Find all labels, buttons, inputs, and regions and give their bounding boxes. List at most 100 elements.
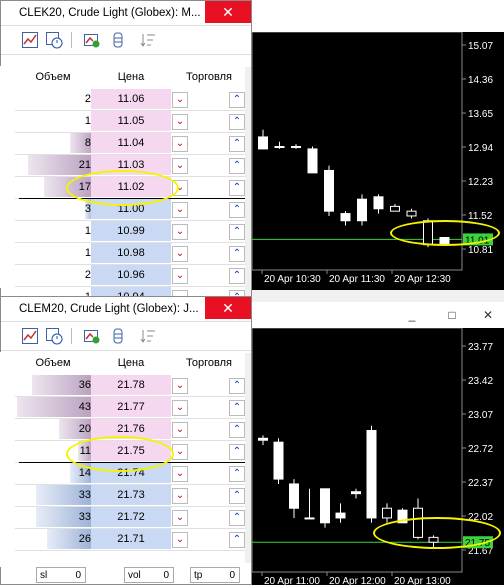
price-cell[interactable]: 11.05 [91, 111, 171, 131]
sort-icon[interactable] [139, 31, 157, 49]
chart1-window[interactable]: 15.07 14.36 13.65 12.94 12.23 11.52 10.81 20 Ap… [252, 32, 504, 290]
price-cell[interactable]: 21.78 [91, 375, 171, 395]
sell-chevron-icon[interactable]: ⌄ [172, 158, 188, 174]
buy-chevron-icon[interactable]: ⌃ [229, 114, 245, 130]
order-icon[interactable] [83, 327, 101, 345]
buy-chevron-icon[interactable]: ⌃ [229, 202, 245, 218]
close-icon[interactable]: ✕ [478, 306, 498, 324]
lock-icon[interactable] [109, 327, 127, 345]
buy-chevron-icon[interactable]: ⌃ [229, 532, 245, 548]
sell-chevron-icon[interactable]: ⌄ [172, 466, 188, 482]
price-cell[interactable]: 21.73 [91, 485, 171, 505]
dom-row: 26 21.71 ⌄ ⌃ [15, 529, 245, 551]
y-tick-label: 11.52 [468, 211, 493, 222]
chart1-highlight-ellipse [390, 220, 500, 246]
buy-chevron-icon[interactable]: ⌃ [229, 92, 245, 108]
clock-icon[interactable] [45, 327, 63, 345]
dom-panel-title-bar: CLEM20, Crude Light (Globex): J... ✕ [1, 297, 251, 321]
candle-body [258, 437, 268, 441]
volume-value: 0 [163, 570, 169, 581]
price-cell[interactable]: 21.77 [91, 397, 171, 417]
x-tick-label: 20 Apr 12:30 [394, 274, 451, 285]
sell-chevron-icon[interactable]: ⌄ [172, 224, 188, 240]
dom-scrollbar[interactable] [245, 67, 251, 297]
candle-body [289, 483, 299, 509]
sell-chevron-icon[interactable]: ⌄ [172, 246, 188, 262]
panel2-left-edge [0, 352, 14, 567]
price-cell[interactable]: 11.04 [91, 133, 171, 153]
dom-header: Объем Цена Торговля [15, 353, 245, 375]
sell-chevron-icon[interactable]: ⌄ [172, 92, 188, 108]
sell-chevron-icon[interactable]: ⌄ [172, 488, 188, 504]
close-icon[interactable]: ✕ [205, 297, 251, 319]
chart-icon[interactable] [21, 31, 39, 49]
toolbar-separator [71, 32, 72, 48]
candle-body [291, 146, 301, 149]
maximize-icon[interactable]: □ [442, 306, 462, 324]
column-header-trade: Торговля [186, 357, 232, 369]
stop-loss-label: sl [40, 570, 48, 581]
x-tick-label: 20 Apr 10:30 [264, 274, 321, 285]
volume-field[interactable]: vol 0 [124, 567, 174, 583]
sell-chevron-icon[interactable]: ⌄ [172, 400, 188, 416]
y-tick-label: 14.36 [468, 75, 493, 86]
volume-value: 33 [78, 489, 91, 501]
buy-chevron-icon[interactable]: ⌃ [229, 510, 245, 526]
price-cell[interactable]: 11.06 [91, 89, 171, 109]
dom-scrollbar[interactable] [245, 353, 251, 563]
panel1-left-edge [0, 66, 14, 288]
candle-body [304, 517, 315, 520]
buy-chevron-icon[interactable]: ⌃ [229, 246, 245, 262]
chart1-canvas[interactable]: 15.07 14.36 13.65 12.94 12.23 11.52 10.81 20 Ap… [252, 32, 504, 290]
panel2-highlight-ellipse [66, 436, 174, 472]
buy-chevron-icon[interactable]: ⌃ [229, 444, 245, 460]
clock-icon[interactable] [45, 31, 63, 49]
dom-panel-title-bar: CLEK20, Crude Light (Globex): M... ✕ [1, 1, 251, 25]
price-cell[interactable]: 10.96 [91, 265, 171, 285]
buy-chevron-icon[interactable]: ⌃ [229, 224, 245, 240]
chart2-caption: _ □ ✕ [252, 302, 504, 328]
close-icon[interactable]: ✕ [205, 1, 251, 23]
dom-row: 2 11.06 ⌄ ⌃ [15, 89, 245, 111]
buy-chevron-icon[interactable]: ⌃ [229, 180, 245, 196]
sell-chevron-icon[interactable]: ⌄ [172, 422, 188, 438]
buy-chevron-icon[interactable]: ⌃ [229, 466, 245, 482]
sell-chevron-icon[interactable]: ⌄ [172, 136, 188, 152]
column-header-trade: Торговля [186, 71, 232, 83]
lock-icon[interactable] [109, 31, 127, 49]
volume-cell: 1 [19, 243, 91, 263]
take-profit-field[interactable]: tp 0 [190, 567, 240, 583]
buy-chevron-icon[interactable]: ⌃ [229, 158, 245, 174]
volume-value: 21 [78, 159, 91, 171]
volume-label: vol [128, 570, 141, 581]
panel1-highlight-ellipse [66, 170, 179, 206]
buy-chevron-icon[interactable]: ⌃ [229, 488, 245, 504]
sell-chevron-icon[interactable]: ⌄ [172, 202, 188, 218]
price-cell[interactable]: 10.98 [91, 243, 171, 263]
dom-toolbar [1, 321, 251, 351]
sell-chevron-icon[interactable]: ⌄ [172, 378, 188, 394]
chart-icon[interactable] [21, 327, 39, 345]
buy-chevron-icon[interactable]: ⌃ [229, 422, 245, 438]
order-icon[interactable] [83, 31, 101, 49]
y-tick-label: 23.07 [468, 410, 493, 421]
sell-chevron-icon[interactable]: ⌄ [172, 532, 188, 548]
minimize-icon[interactable]: _ [402, 306, 422, 324]
buy-chevron-icon[interactable]: ⌃ [229, 136, 245, 152]
chart2-highlight-ellipse [373, 517, 501, 549]
sell-chevron-icon[interactable]: ⌄ [172, 444, 188, 460]
dom-panel-clek20: CLEK20, Crude Light (Globex): M... ✕ Объ… [0, 0, 252, 300]
sort-icon[interactable] [139, 327, 157, 345]
candle-body [351, 491, 361, 495]
buy-chevron-icon[interactable]: ⌃ [229, 378, 245, 394]
sell-chevron-icon[interactable]: ⌄ [172, 268, 188, 284]
price-cell[interactable]: 21.71 [91, 529, 171, 549]
y-tick-label: 13.65 [468, 109, 493, 120]
buy-chevron-icon[interactable]: ⌃ [229, 268, 245, 284]
buy-chevron-icon[interactable]: ⌃ [229, 400, 245, 416]
sell-chevron-icon[interactable]: ⌄ [172, 114, 188, 130]
sell-chevron-icon[interactable]: ⌄ [172, 510, 188, 526]
price-cell[interactable]: 10.99 [91, 221, 171, 241]
price-cell[interactable]: 21.72 [91, 507, 171, 527]
stop-loss-field[interactable]: sl 0 [36, 567, 86, 583]
